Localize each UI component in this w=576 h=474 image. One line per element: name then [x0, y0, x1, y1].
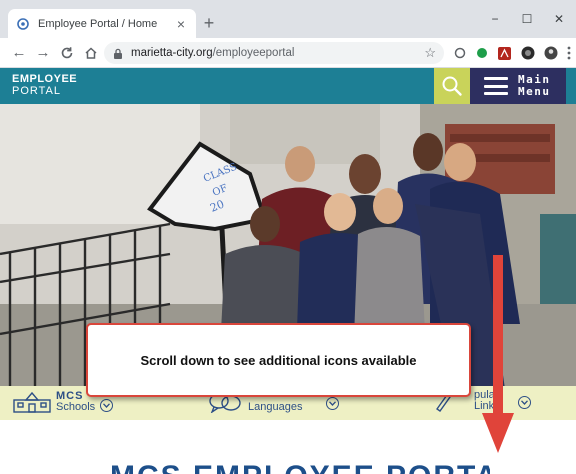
lock-icon: [112, 47, 124, 59]
chevron-down-icon[interactable]: [517, 395, 531, 409]
site-favicon-icon: [16, 17, 30, 31]
browser-tab-bar: Employee Portal / Home × + − ☐ ✕: [0, 0, 576, 38]
maximize-button[interactable]: ☐: [512, 10, 542, 28]
profile-avatar-icon[interactable]: [544, 46, 558, 60]
home-icon[interactable]: [82, 44, 100, 62]
school-building-icon: [13, 391, 51, 413]
extension-pdf-icon[interactable]: [497, 46, 511, 60]
reload-icon[interactable]: [58, 44, 76, 62]
browser-tab[interactable]: Employee Portal / Home ×: [8, 9, 196, 38]
main-menu-button[interactable]: Main Menu: [470, 68, 566, 104]
forward-arrow-icon[interactable]: →: [34, 44, 52, 62]
hamburger-icon: [484, 77, 508, 95]
address-bar[interactable]: marietta-city.org/employeeportal ☆: [104, 42, 444, 64]
browser-menu-icon[interactable]: [562, 46, 576, 60]
callout-text: Scroll down to see additional icons avai…: [140, 352, 417, 368]
bookmark-star-icon[interactable]: ☆: [424, 45, 436, 61]
browser-toolbar: ← → marietta-city.org/employeeportal ☆: [0, 38, 576, 68]
search-icon: [442, 76, 462, 96]
extension-dark-icon[interactable]: [521, 46, 535, 60]
portal-logo[interactable]: EMPLOYEE PORTAL: [12, 73, 77, 97]
scroll-down-arrow-icon: [482, 255, 514, 453]
tab-close-icon[interactable]: ×: [174, 17, 188, 31]
chevron-down-icon[interactable]: [326, 397, 340, 410]
minimize-button[interactable]: −: [480, 10, 510, 28]
new-tab-button[interactable]: +: [200, 14, 218, 32]
extension-circle-icon[interactable]: [453, 46, 467, 60]
url-text: marietta-city.org/employeeportal: [131, 47, 295, 59]
back-arrow-icon[interactable]: ←: [10, 44, 28, 62]
close-window-button[interactable]: ✕: [544, 10, 574, 28]
chevron-down-icon[interactable]: [100, 398, 114, 412]
page-heading: MCS EMPLOYEE PORTAL: [110, 460, 490, 474]
scroll-hint-callout: Scroll down to see additional icons avai…: [86, 323, 471, 397]
tab-title: Employee Portal / Home: [38, 17, 158, 30]
extension-green-icon[interactable]: [475, 46, 489, 60]
main-menu-label: Main Menu: [518, 73, 551, 98]
search-button[interactable]: [434, 68, 470, 104]
